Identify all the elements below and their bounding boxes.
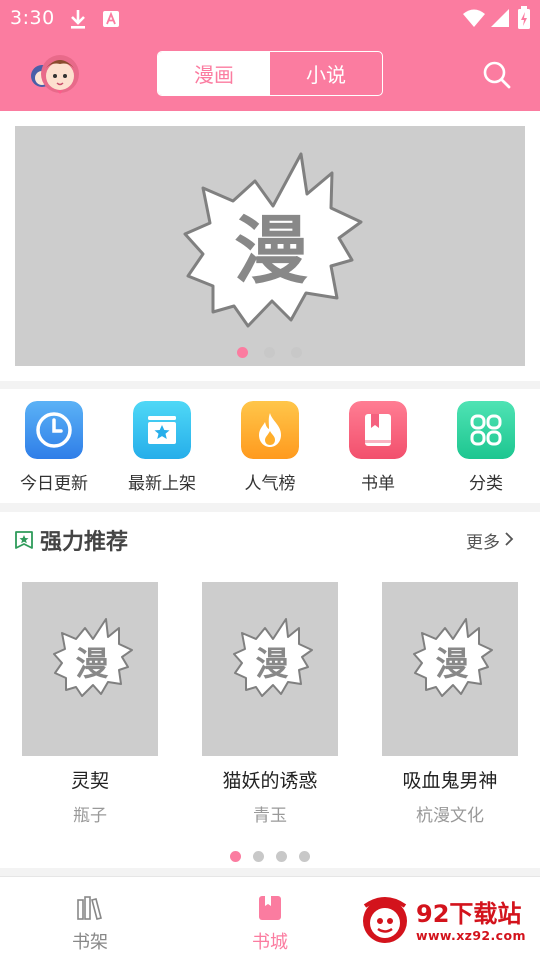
recommend-star-icon [15, 531, 33, 549]
banner-placeholder-image: 漫 [183, 152, 363, 328]
banner-carousel[interactable]: 漫 [15, 126, 525, 366]
comic-title[interactable]: 吸血鬼男神 [362, 766, 538, 793]
quick-nav-label: 今日更新 [20, 474, 88, 494]
clock-icon [25, 401, 83, 459]
flame-icon [241, 401, 299, 459]
comic-cover[interactable]: 漫 [22, 582, 158, 756]
quick-nav-popular[interactable]: 人气榜 [220, 401, 320, 497]
quick-nav-categories[interactable]: 分类 [436, 401, 536, 497]
nav-label: 书城 [252, 932, 288, 953]
wifi-icon [463, 9, 485, 27]
app-root: 3:30 漫画 小说 漫 今日更新 最新上架 人气榜 书单 分类 强力推荐 更多… [0, 0, 540, 960]
comic-title[interactable]: 猫妖的诱惑 [182, 766, 358, 793]
bookstore-icon [259, 896, 281, 920]
text-a-icon [103, 11, 119, 27]
search-icon[interactable] [482, 60, 512, 90]
quick-nav-label: 最新上架 [128, 474, 196, 494]
comic-author: 杭漫文化 [416, 806, 484, 826]
content-type-switch: 漫画 小说 [157, 51, 383, 96]
cover-glyph: 漫 [256, 644, 289, 683]
watermark-url: www.xz92.com [416, 928, 526, 943]
cover-placeholder-image: 漫 [233, 618, 313, 697]
quick-nav-label: 人气榜 [244, 474, 296, 494]
recommend-dot[interactable] [276, 851, 287, 862]
comic-author: 青玉 [253, 806, 287, 826]
top-header: 漫画 小说 [0, 38, 540, 111]
comic-author: 瓶子 [73, 806, 107, 826]
quick-nav-today-update[interactable]: 今日更新 [4, 401, 104, 497]
comic-cover[interactable]: 漫 [382, 582, 518, 756]
cover-glyph: 漫 [76, 644, 109, 683]
star-box-icon [133, 401, 191, 459]
banner-glyph: 漫 [234, 208, 308, 294]
cover-placeholder-image: 漫 [413, 618, 493, 697]
nav-bookstore[interactable]: 书城 [215, 877, 325, 960]
download-icon [71, 10, 85, 29]
category-grid-icon [457, 401, 515, 459]
quick-nav-label: 书单 [361, 474, 395, 494]
quick-nav-label: 分类 [469, 474, 503, 494]
recommend-dot-active[interactable] [230, 851, 241, 862]
signal-icon [491, 9, 509, 27]
comic-title[interactable]: 灵契 [2, 766, 178, 793]
bookshelf-icon [77, 896, 102, 920]
banner-dot[interactable] [291, 347, 302, 358]
user-avatar[interactable] [24, 50, 84, 100]
nav-label: 书架 [72, 932, 108, 953]
banner-dot[interactable] [264, 347, 275, 358]
watermark-name: 92下载站 [416, 900, 522, 928]
cover-placeholder-image: 漫 [53, 618, 133, 697]
watermark-logo-icon [363, 897, 407, 943]
recommend-more-link[interactable]: 更多 [466, 528, 500, 553]
status-time: 3:30 [10, 7, 55, 29]
tab-novels[interactable]: 小说 [270, 52, 382, 95]
book-list-icon [349, 401, 407, 459]
quick-nav-book-list[interactable]: 书单 [328, 401, 428, 497]
status-bar: 3:30 [0, 0, 540, 38]
chevron-right-icon[interactable] [503, 531, 515, 547]
banner-pagination [0, 347, 540, 358]
banner-dot-active[interactable] [237, 347, 248, 358]
tab-comics[interactable]: 漫画 [158, 52, 270, 95]
quick-nav-new-arrivals[interactable]: 最新上架 [112, 401, 212, 497]
recommend-dot[interactable] [253, 851, 264, 862]
comic-cover[interactable]: 漫 [202, 582, 338, 756]
cover-glyph: 漫 [436, 644, 469, 683]
quick-nav: 今日更新 最新上架 人气榜 书单 分类 [0, 389, 540, 503]
battery-icon [518, 6, 530, 29]
banner-section: 漫 [0, 111, 540, 381]
recommend-dot[interactable] [299, 851, 310, 862]
nav-bookshelf[interactable]: 书架 [35, 877, 145, 960]
recommend-section: 强力推荐 更多 漫 灵契 瓶子 漫 猫妖的诱惑 青玉 漫 吸血鬼男神 杭漫文化 [0, 512, 540, 868]
watermark: 92下载站 www.xz92.com [352, 886, 532, 952]
recommend-title: 强力推荐 [40, 530, 129, 555]
